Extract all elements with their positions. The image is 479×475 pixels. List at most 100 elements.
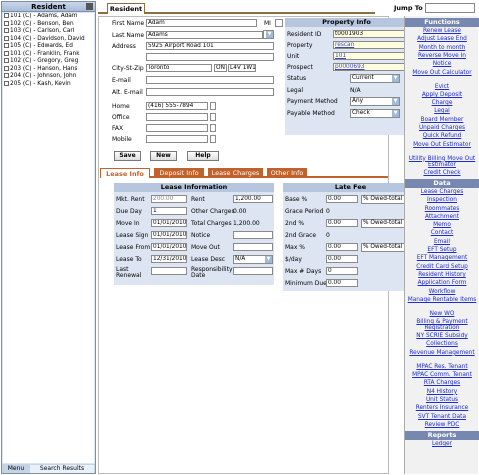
- resident-checkbox[interactable]: [4, 65, 9, 71]
- home-phone-field[interactable]: (416) 555-7894: [146, 102, 208, 110]
- property-link[interactable]: rescan: [333, 41, 405, 49]
- data-link[interactable]: Revenue Management: [405, 350, 479, 356]
- resident-list-item[interactable]: 101 (C) - Adams, Adam: [3, 13, 94, 21]
- data-link[interactable]: New WO: [405, 311, 479, 317]
- fax-ext[interactable]: [210, 124, 216, 132]
- tab-lease-charges[interactable]: Lease Charges: [208, 168, 263, 178]
- last-renewal-field[interactable]: [151, 267, 187, 275]
- data-link[interactable]: Memo: [405, 222, 479, 228]
- data-link[interactable]: Inspection: [405, 197, 479, 203]
- tab-other-info[interactable]: Other Info: [267, 168, 307, 178]
- mobile-field[interactable]: [146, 135, 208, 143]
- lease-to-field[interactable]: 12/31/2010: [151, 255, 187, 263]
- jump-to-input[interactable]: [425, 3, 475, 13]
- function-link[interactable]: Renew Lease: [405, 28, 479, 34]
- data-link[interactable]: Credit Card Setup: [405, 264, 479, 270]
- function-link[interactable]: Unpaid Charges: [405, 125, 479, 131]
- resident-checkbox[interactable]: [4, 28, 9, 33]
- resident-list-item[interactable]: 102 (C) - Gregory, Greg: [3, 58, 94, 66]
- move-out-field[interactable]: [233, 243, 273, 251]
- function-link[interactable]: Move Out Estimator: [405, 142, 479, 148]
- home-phone-ext[interactable]: [210, 102, 216, 110]
- move-in-field[interactable]: 01/01/2010: [151, 219, 187, 227]
- data-link[interactable]: Manage Rentable Items: [405, 297, 479, 303]
- tab-search-results[interactable]: Search Results: [30, 465, 94, 473]
- function-link[interactable]: Credit Check: [405, 170, 479, 176]
- due-day-field[interactable]: 1: [151, 207, 187, 215]
- office-phone-field[interactable]: [146, 113, 208, 121]
- resident-list-item[interactable]: 105 (C) - Edwards, Ed: [3, 43, 94, 51]
- close-icon[interactable]: [86, 3, 93, 10]
- first-name-field[interactable]: Adam: [146, 19, 257, 27]
- rent-field[interactable]: 1,200.00: [233, 195, 273, 203]
- data-link[interactable]: Review PDC: [405, 422, 479, 428]
- function-link[interactable]: Utility Billing Move Out Estimator: [405, 156, 479, 168]
- resident-checkbox[interactable]: [4, 43, 9, 48]
- max-pct-field[interactable]: 0.00: [326, 243, 358, 251]
- data-link[interactable]: Application Form: [405, 280, 479, 286]
- zip-field[interactable]: L4V 1W1: [228, 64, 256, 72]
- data-link[interactable]: EFT Setup: [405, 247, 479, 253]
- function-link[interactable]: Month to month: [405, 45, 479, 51]
- max-days-field[interactable]: 0: [326, 267, 358, 275]
- payable-method-select[interactable]: Check ▼: [350, 109, 400, 118]
- state-field[interactable]: ON: [214, 64, 227, 72]
- prospect-link[interactable]: p0000693: [333, 63, 405, 71]
- address-line1-field[interactable]: 5925 Airport Road 101: [146, 42, 274, 50]
- data-link[interactable]: Billing & Payment Registration: [405, 319, 479, 331]
- responsibility-date-field[interactable]: [233, 267, 273, 275]
- function-link[interactable]: Apply Deposit: [405, 92, 479, 98]
- new-button[interactable]: New: [150, 151, 177, 161]
- resident-list-item[interactable]: 104 (C) - Davidson, David: [3, 35, 94, 44]
- lease-from-field[interactable]: 01/01/2010: [151, 243, 187, 251]
- data-link[interactable]: EFT Management: [405, 255, 479, 261]
- function-link[interactable]: Evict: [405, 84, 479, 90]
- payment-method-select[interactable]: Any ▼: [350, 97, 400, 106]
- data-link[interactable]: N4 History: [405, 389, 479, 395]
- second-pct-field[interactable]: 0.00: [326, 219, 358, 227]
- resident-checkbox[interactable]: [4, 20, 9, 26]
- data-link[interactable]: NY SCRIE Subsidy: [405, 333, 479, 339]
- data-link[interactable]: Workflow: [405, 289, 479, 295]
- data-link[interactable]: SVT Tenant Data: [405, 414, 479, 420]
- mkt-rent-field[interactable]: 200.00: [151, 195, 187, 203]
- minimum-due-field[interactable]: 0.00: [326, 279, 358, 287]
- function-link[interactable]: Move Out Calculator: [405, 70, 479, 76]
- resident-list-item[interactable]: 205 (C) - Kash, Kevin: [3, 80, 94, 89]
- data-link[interactable]: MPAC Res. Tenant: [405, 364, 479, 370]
- notice-field[interactable]: [233, 231, 273, 239]
- resident-checkbox[interactable]: [4, 50, 9, 56]
- base-pct-field[interactable]: 0.00: [326, 195, 358, 203]
- resident-list-item[interactable]: 204 (C) - Johnson, John: [3, 73, 94, 81]
- office-phone-ext[interactable]: [210, 113, 216, 121]
- data-link[interactable]: Collections: [405, 341, 479, 347]
- help-button[interactable]: Help: [187, 151, 219, 161]
- mi-field[interactable]: [275, 19, 283, 27]
- per-day-field[interactable]: 0.00: [326, 255, 358, 263]
- save-button[interactable]: Save: [114, 151, 141, 161]
- resident-checkbox[interactable]: [4, 35, 9, 41]
- city-field[interactable]: Toronto: [146, 64, 212, 72]
- data-link[interactable]: Email: [405, 239, 479, 245]
- function-link[interactable]: Quick Refund: [405, 133, 479, 139]
- lease-desc-select[interactable]: N/A ▼: [233, 255, 273, 264]
- tab-deposit-info[interactable]: Deposit Info: [154, 168, 204, 178]
- function-link[interactable]: Charge: [405, 100, 479, 106]
- function-link[interactable]: Legal: [405, 108, 479, 114]
- function-link[interactable]: Notice: [405, 61, 479, 67]
- status-select[interactable]: Current ▼: [350, 74, 400, 83]
- data-link[interactable]: Lease Charges: [405, 189, 479, 195]
- unit-link[interactable]: 101: [333, 52, 405, 60]
- data-link[interactable]: Roommates: [405, 206, 479, 212]
- email-field[interactable]: [146, 76, 274, 84]
- resident-checkbox[interactable]: [4, 73, 9, 78]
- function-link[interactable]: Adjust Lease End: [405, 36, 479, 42]
- resident-checkbox[interactable]: [4, 80, 9, 86]
- resident-list-item[interactable]: 101 (C) - Franklin, Frank: [3, 50, 94, 59]
- data-link[interactable]: Unit Status: [405, 397, 479, 403]
- tab-menu[interactable]: Menu: [4, 465, 28, 473]
- data-link[interactable]: Attachment: [405, 214, 479, 220]
- tab-resident[interactable]: Resident: [107, 3, 145, 14]
- resident-list-item[interactable]: 203 (C) - Hanson, Hans: [3, 65, 94, 74]
- fax-field[interactable]: [146, 124, 208, 132]
